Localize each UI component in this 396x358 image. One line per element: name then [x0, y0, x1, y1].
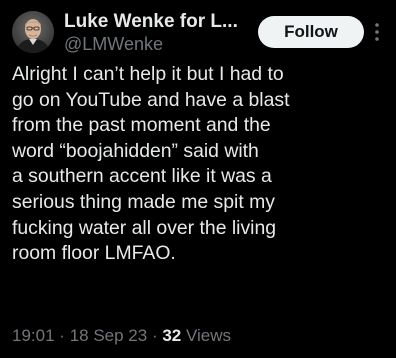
tweet-card: Luke Wenke for L... @LMWenke Follow Alri…	[0, 0, 396, 358]
author-handle[interactable]: @LMWenke	[64, 33, 163, 55]
author-identity: Luke Wenke for L... @LMWenke	[64, 10, 254, 54]
tweet-text-line: a southern accent like it was a	[12, 165, 272, 188]
tweet-text-line: serious thing made me spit my	[12, 190, 275, 213]
meta-separator: ·	[59, 326, 65, 345]
author-avatar[interactable]	[12, 11, 54, 53]
tweet-text-line: go on YouTube and have a blast	[12, 88, 290, 111]
avatar-portrait-icon	[12, 11, 54, 53]
more-options-button[interactable]	[370, 20, 384, 44]
tweet-text-line: Alright I can’t help it but I had to	[12, 63, 284, 85]
tweet-text-line: room floor LMFAO.	[12, 242, 176, 265]
tweet-text: Alright I can’t help it but I had to go …	[12, 62, 384, 267]
tweet-text-line: from the past moment and the	[12, 114, 271, 137]
tweet-date[interactable]: 18 Sep 23	[70, 326, 148, 345]
tweet-time[interactable]: 19:01	[12, 326, 55, 345]
meta-separator: ·	[151, 326, 158, 345]
more-vertical-icon	[375, 23, 379, 41]
tweet-meta: 19:01 · 18 Sep 23 · 32 Views	[12, 325, 384, 347]
tweet-header: Luke Wenke for L... @LMWenke Follow	[12, 10, 384, 54]
tweet-text-line: word “boojahidden” said with	[12, 139, 259, 162]
views-count: 32	[162, 326, 182, 345]
author-display-name[interactable]: Luke Wenke for L...	[64, 11, 254, 33]
tweet-text-line: fucking water all over the living	[12, 216, 277, 239]
views-label: Views	[186, 326, 232, 345]
follow-button[interactable]: Follow	[258, 16, 364, 48]
